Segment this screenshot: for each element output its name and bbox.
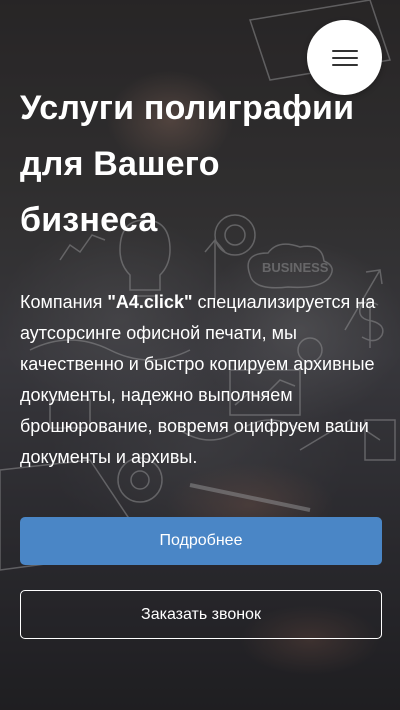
- hamburger-menu-icon: [331, 49, 358, 66]
- hero-description: Компания "A4.click" специализируется на …: [20, 287, 382, 473]
- company-name: "A4.click": [107, 292, 193, 312]
- request-call-button[interactable]: Заказать звонок: [20, 590, 382, 639]
- details-button[interactable]: Подробнее: [20, 517, 382, 565]
- hero-description-prefix: Компания: [20, 292, 108, 312]
- hero-description-body: специализируется на аутсорсинге офисной …: [20, 292, 376, 467]
- hero-title: Услуги полиграфии для Вашего бизнеса: [20, 89, 355, 239]
